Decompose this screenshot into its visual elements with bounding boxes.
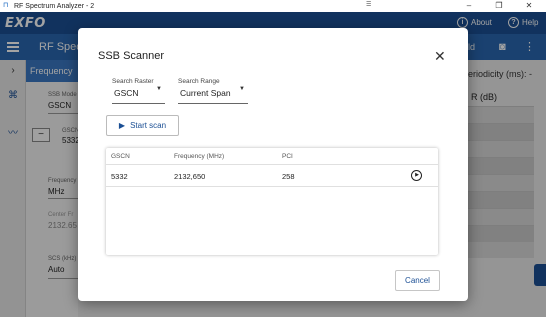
dialog-title: SSB Scanner	[98, 50, 165, 62]
column-header-pci: PCI	[282, 153, 293, 160]
search-raster-label: Search Raster	[112, 78, 154, 85]
search-raster-select[interactable]: Search Raster GSCN ▼	[112, 76, 165, 104]
chevron-down-icon: ▼	[239, 86, 245, 92]
close-icon[interactable]: ✕	[434, 49, 446, 63]
window-menu-icon[interactable]: ☰	[366, 1, 371, 8]
start-scan-button[interactable]: ▶ Start scan	[106, 115, 179, 136]
play-icon: ▶	[118, 121, 126, 130]
cell-gscn: 5332	[111, 172, 128, 181]
play-circle-icon[interactable]: ▶	[411, 170, 422, 181]
cell-pci: 258	[282, 172, 295, 181]
scan-results-table: GSCN Frequency (MHz) PCI 5332 2132,650 2…	[106, 148, 438, 255]
close-window-button[interactable]: ✕	[516, 0, 542, 12]
row-divider	[106, 186, 438, 187]
minimize-button[interactable]: –	[456, 0, 482, 12]
column-header-frequency: Frequency (MHz)	[174, 153, 225, 160]
search-range-select[interactable]: Search Range Current Span ▼	[178, 76, 248, 104]
cell-frequency: 2132,650	[174, 172, 206, 181]
window-title: RF Spectrum Analyzer - 2	[14, 2, 95, 10]
search-range-label: Search Range	[178, 78, 220, 85]
start-scan-label: Start scan	[130, 121, 167, 130]
cancel-button[interactable]: Cancel	[395, 270, 440, 291]
ssb-scanner-dialog: SSB Scanner ✕ Search Raster GSCN ▼ Searc…	[78, 28, 468, 301]
app-icon: ⊓	[3, 2, 9, 9]
window-titlebar: ⊓ RF Spectrum Analyzer - 2 ☰ – ❐ ✕	[0, 0, 546, 12]
header-divider	[106, 164, 438, 165]
chevron-down-icon: ▼	[156, 86, 162, 92]
search-range-value: Current Span	[180, 88, 231, 98]
column-header-gscn: GSCN	[111, 153, 130, 160]
maximize-button[interactable]: ❐	[486, 0, 512, 12]
